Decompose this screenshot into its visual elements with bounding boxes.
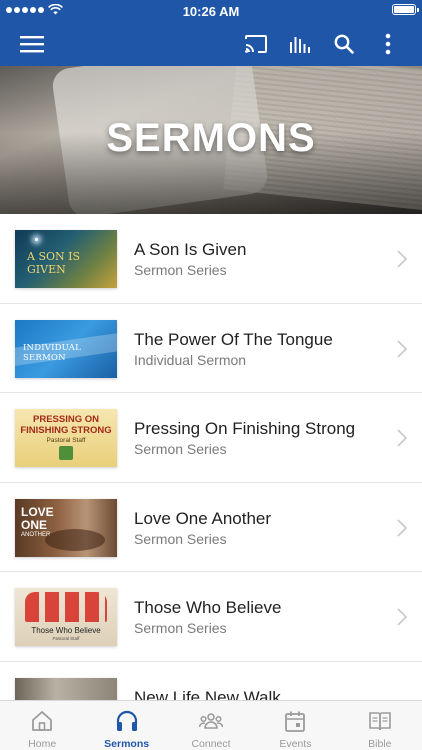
sermon-list: A SON IS GIVEN A Son Is Given Sermon Ser… — [0, 214, 422, 700]
sermon-title: Love One Another — [134, 508, 272, 528]
sermon-thumbnail: INDIVIDUAL SERMON — [15, 319, 117, 378]
sermon-title: Those Who Believe — [134, 598, 282, 617]
people-icon — [199, 713, 224, 729]
sermon-subtitle: Sermon Series — [134, 620, 227, 636]
list-item[interactable]: LOVE ONE ANOTHER Love One Another Sermon… — [0, 483, 422, 572]
sermon-thumbnail: Those Who Believe Pastoral Staff — [15, 588, 117, 646]
home-icon — [32, 711, 53, 731]
audio-bars-icon — [290, 37, 310, 53]
tab-label: Home — [28, 738, 57, 750]
headphones-icon — [116, 710, 137, 731]
tab-events[interactable]: Events — [253, 701, 337, 750]
more-button[interactable] — [366, 22, 410, 66]
tab-label: Bible — [368, 738, 392, 750]
nav-bar — [0, 22, 422, 66]
chevron-right-icon — [397, 339, 407, 358]
sermon-title: The Power Of The Tongue — [134, 329, 333, 349]
search-icon — [334, 34, 354, 54]
tab-bible[interactable]: Bible — [338, 701, 422, 750]
page-title: SERMONS — [106, 116, 316, 160]
hamburger-menu-icon — [20, 36, 44, 53]
open-book-icon — [369, 712, 391, 731]
sermon-title: A Son Is Given — [134, 240, 247, 259]
list-item[interactable]: A SON IS GIVEN A Son Is Given Sermon Ser… — [0, 214, 422, 304]
chevron-right-icon — [397, 518, 407, 537]
menu-button[interactable] — [10, 22, 54, 66]
search-button[interactable] — [322, 22, 366, 66]
list-item[interactable]: INDIVIDUAL SERMON The Power Of The Tongu… — [0, 304, 422, 393]
chevron-right-icon — [397, 608, 407, 626]
church-logo-icon — [59, 446, 73, 460]
tab-sermons[interactable]: Sermons — [84, 701, 168, 750]
tab-connect[interactable]: Connect — [169, 701, 253, 750]
sermon-thumbnail: A SON IS GIVEN — [15, 230, 117, 288]
audio-button[interactable] — [278, 22, 322, 66]
sermon-title: New Life New Walk — [134, 687, 281, 701]
status-bar: 10:26 AM — [0, 0, 422, 22]
sermon-subtitle: Sermon Series — [134, 530, 227, 547]
chevron-right-icon — [397, 429, 407, 447]
sermon-subtitle: Sermon Series — [134, 441, 227, 457]
sermon-subtitle: Individual Sermon — [134, 351, 247, 368]
list-item[interactable]: PRESSING ON FINISHING STRONG Pastoral St… — [0, 393, 422, 483]
tab-label: Connect — [191, 738, 231, 750]
list-item[interactable]: Those Who Believe Pastoral Staff Those W… — [0, 572, 422, 662]
status-time: 10:26 AM — [182, 4, 240, 19]
sermon-title: Pressing On Finishing Strong — [134, 419, 356, 438]
sermon-thumbnail — [15, 677, 117, 700]
sermon-thumbnail: LOVE ONE ANOTHER — [15, 498, 117, 557]
tab-home[interactable]: Home — [0, 701, 84, 750]
chevron-right-icon — [397, 250, 407, 268]
hero-banner: SERMONS — [0, 66, 422, 214]
tab-label: Sermons — [104, 738, 150, 750]
battery-icon — [392, 4, 419, 15]
cast-button[interactable] — [234, 22, 278, 66]
cast-icon — [245, 35, 267, 53]
tab-label: Events — [279, 738, 312, 750]
sermon-thumbnail: PRESSING ON FINISHING STRONG Pastoral St… — [15, 409, 117, 467]
more-vertical-icon — [385, 33, 391, 55]
tab-bar: Home Sermons Connect Events Bible — [0, 700, 422, 750]
sermon-subtitle: Sermon Series — [134, 262, 227, 278]
calendar-icon — [285, 711, 306, 732]
list-item[interactable]: New Life New Walk — [0, 662, 422, 701]
